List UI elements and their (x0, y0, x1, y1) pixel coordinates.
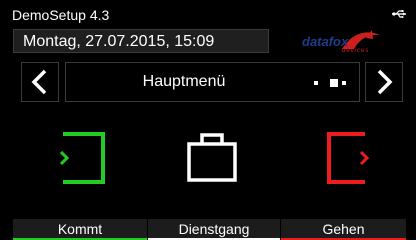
page-dot (342, 81, 346, 85)
exit-door-icon[interactable] (325, 130, 375, 186)
status-bar: DemoSetup 4.3 (0, 0, 416, 26)
datetime-panel: Montag, 27.07.2015, 15:09 (13, 29, 269, 53)
app-title: DemoSetup 4.3 (12, 7, 110, 23)
datafox-logo: datafox devices (296, 28, 396, 58)
enter-door-icon[interactable] (57, 130, 107, 186)
dienstgang-button-label: Dienstgang (178, 221, 250, 237)
page-indicator (314, 79, 346, 87)
menu-title: Hauptmenü (142, 73, 226, 90)
gehen-button[interactable]: Gehen (281, 219, 406, 240)
next-page-button[interactable] (365, 62, 403, 102)
logo-word: datafox (302, 34, 349, 49)
briefcase-icon[interactable] (187, 130, 237, 186)
dienstgang-button[interactable]: Dienstgang (148, 219, 280, 240)
kommt-button-label: Kommt (57, 221, 103, 237)
kommt-button[interactable]: Kommt (13, 219, 147, 240)
chevron-left-icon (31, 69, 47, 95)
chevron-right-icon (377, 69, 393, 95)
gehen-button-label: Gehen (322, 221, 365, 237)
datetime-text: Montag, 27.07.2015, 15:09 (23, 33, 215, 50)
page-dot (314, 81, 318, 85)
logo-subtext: devices (342, 48, 370, 54)
page-dot-active (330, 79, 338, 87)
menu-header: Hauptmenü (65, 62, 360, 102)
usb-icon (392, 10, 406, 18)
prev-page-button[interactable] (21, 62, 59, 102)
